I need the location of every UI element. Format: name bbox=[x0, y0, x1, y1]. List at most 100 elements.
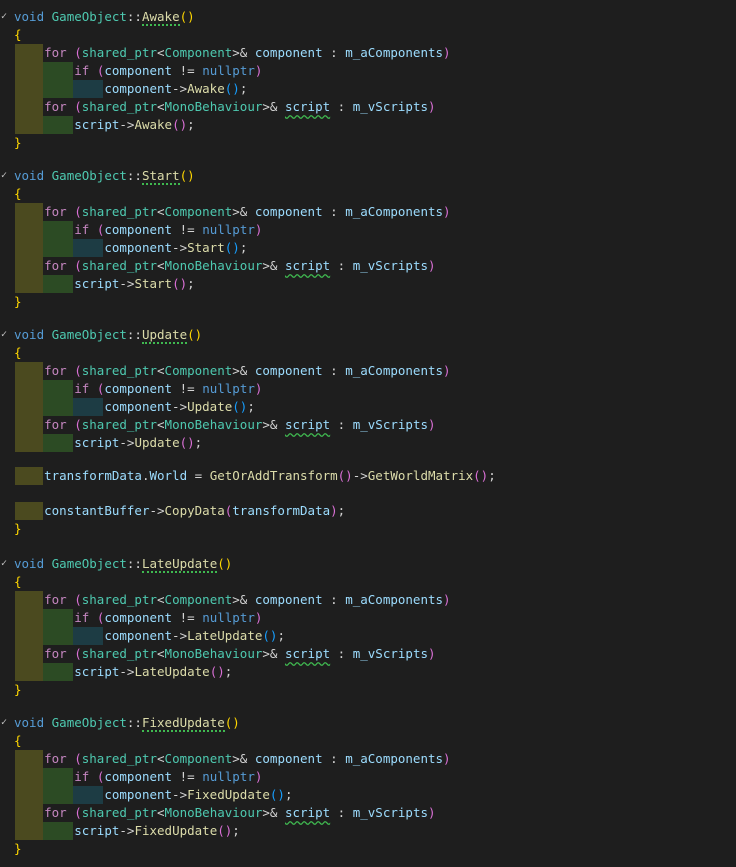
code-token: component bbox=[104, 628, 173, 643]
code-token: for bbox=[44, 592, 67, 607]
code-token: LateUpdate bbox=[187, 628, 263, 643]
code-token: m_aComponents bbox=[345, 751, 444, 766]
code-token: m_aComponents bbox=[345, 45, 444, 60]
code-token: nullptr bbox=[202, 63, 255, 78]
code-token: GetOrAddTransform bbox=[209, 468, 338, 483]
code-token: if bbox=[74, 381, 90, 396]
code-token: component bbox=[254, 751, 323, 766]
code-token: shared_ptr bbox=[81, 258, 158, 273]
code-token: component bbox=[104, 769, 173, 784]
code-token: MonoBehaviour bbox=[164, 258, 263, 273]
code-token: GetWorldMatrix bbox=[367, 468, 474, 483]
code-token: for bbox=[44, 204, 67, 219]
code-token: Start bbox=[187, 240, 225, 255]
method-name[interactable]: Awake bbox=[141, 9, 180, 26]
code-token: shared_ptr bbox=[81, 417, 158, 432]
code-token: for bbox=[44, 646, 67, 661]
code-token: Update bbox=[187, 399, 233, 414]
code-token: GameObject bbox=[51, 556, 127, 571]
method-name[interactable]: LateUpdate bbox=[141, 556, 218, 573]
code-token: for bbox=[44, 258, 67, 273]
code-token: transformData bbox=[232, 503, 331, 518]
code-token: component bbox=[104, 399, 173, 414]
code-token: for bbox=[44, 363, 67, 378]
code-token: component bbox=[254, 363, 323, 378]
code-token: void bbox=[14, 9, 45, 24]
code-token: void bbox=[14, 715, 45, 730]
chevron-down-icon[interactable]: ✓ bbox=[1, 714, 11, 732]
code-token: GameObject bbox=[51, 9, 127, 24]
chevron-down-icon[interactable]: ✓ bbox=[1, 167, 11, 185]
code-token: Start bbox=[134, 276, 173, 291]
code-token: nullptr bbox=[202, 222, 255, 237]
code-token: if bbox=[74, 610, 90, 625]
code-token: component bbox=[104, 381, 173, 396]
code-token: component bbox=[104, 610, 173, 625]
code-token: FixedUpdate bbox=[134, 823, 218, 838]
code-token: nullptr bbox=[202, 381, 255, 396]
code-token: script bbox=[74, 117, 120, 132]
code-token: for bbox=[44, 751, 67, 766]
code-token: script bbox=[284, 258, 331, 273]
code-token: script bbox=[284, 99, 331, 114]
code-token: Update bbox=[134, 435, 180, 450]
code-token: component bbox=[104, 240, 173, 255]
code-token: CopyData bbox=[164, 503, 225, 518]
code-token: shared_ptr bbox=[81, 204, 158, 219]
code-token: shared_ptr bbox=[81, 363, 158, 378]
method-name[interactable]: Update bbox=[141, 327, 188, 344]
code-token: Component bbox=[164, 751, 233, 766]
code-token: m_vScripts bbox=[352, 646, 428, 661]
code-token: component bbox=[104, 81, 173, 96]
code-token: void bbox=[14, 327, 45, 342]
code-token: nullptr bbox=[202, 610, 255, 625]
code-token: component bbox=[104, 787, 173, 802]
chevron-down-icon[interactable]: ✓ bbox=[1, 326, 11, 344]
code-token: shared_ptr bbox=[81, 45, 158, 60]
method-name[interactable]: FixedUpdate bbox=[141, 715, 225, 732]
code-token: script bbox=[284, 417, 331, 432]
code-token: component bbox=[104, 222, 173, 237]
code-token: LateUpdate bbox=[134, 664, 210, 679]
code-editor[interactable]: ✓ void GameObject::Awake() { for (shared… bbox=[0, 0, 736, 867]
code-token: FixedUpdate bbox=[187, 787, 270, 802]
code-token: for bbox=[44, 45, 67, 60]
code-token: component bbox=[254, 592, 323, 607]
code-token: shared_ptr bbox=[81, 592, 158, 607]
code-token: MonoBehaviour bbox=[164, 417, 263, 432]
code-token: MonoBehaviour bbox=[164, 99, 263, 114]
code-token: MonoBehaviour bbox=[164, 646, 263, 661]
code-token: m_vScripts bbox=[352, 258, 428, 273]
code-token: script bbox=[74, 823, 120, 838]
code-token: script bbox=[284, 646, 331, 661]
code-token: void bbox=[14, 168, 45, 183]
code-token: for bbox=[44, 99, 67, 114]
code-token: shared_ptr bbox=[81, 751, 158, 766]
code-token: transformData bbox=[44, 468, 142, 483]
code-token: MonoBehaviour bbox=[164, 805, 263, 820]
code-token: m_vScripts bbox=[352, 805, 428, 820]
code-token: Component bbox=[164, 204, 233, 219]
code-token: nullptr bbox=[202, 769, 255, 784]
chevron-down-icon[interactable]: ✓ bbox=[1, 555, 11, 573]
code-token: void bbox=[14, 556, 45, 571]
code-token: Component bbox=[164, 363, 233, 378]
code-token: constantBuffer bbox=[44, 503, 150, 518]
code-token: m_aComponents bbox=[345, 592, 444, 607]
code-token: m_vScripts bbox=[352, 417, 428, 432]
code-token: script bbox=[74, 664, 120, 679]
code-token: component bbox=[104, 63, 173, 78]
chevron-down-icon[interactable]: ✓ bbox=[1, 8, 11, 26]
code-token: GameObject bbox=[51, 715, 127, 730]
code-token: script bbox=[74, 276, 120, 291]
method-name[interactable]: Start bbox=[141, 168, 180, 185]
code-token: if bbox=[74, 222, 90, 237]
code-token: shared_ptr bbox=[81, 99, 158, 114]
code-token: script bbox=[74, 435, 120, 450]
code-token: GameObject bbox=[51, 168, 127, 183]
code-token: for bbox=[44, 805, 67, 820]
code-token: if bbox=[74, 63, 90, 78]
code-token: component bbox=[254, 45, 323, 60]
code-token: m_aComponents bbox=[345, 363, 444, 378]
code-token: World bbox=[149, 468, 188, 483]
